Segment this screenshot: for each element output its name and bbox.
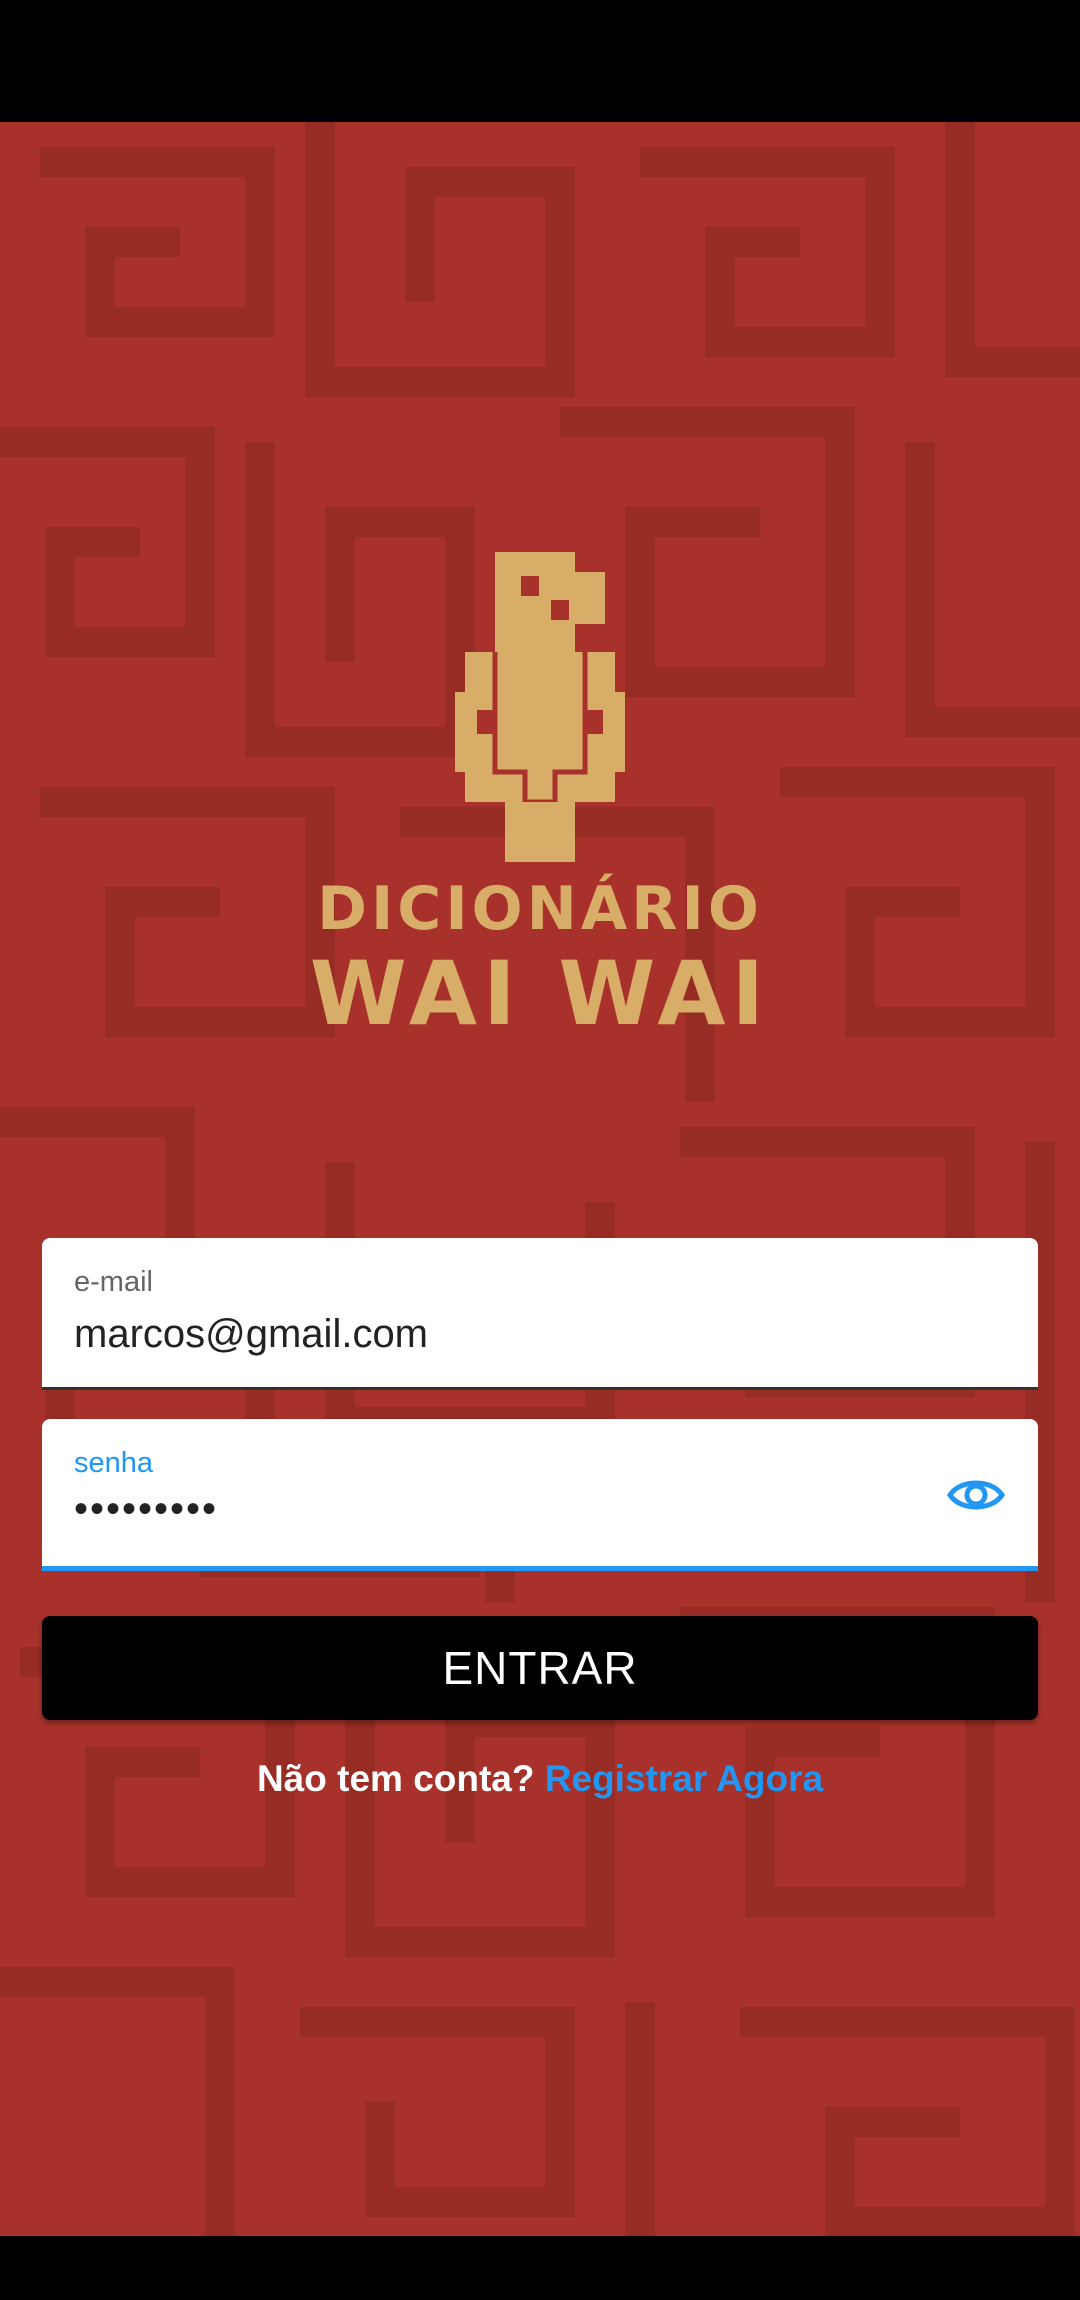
eye-icon[interactable] <box>946 1465 1006 1525</box>
password-label: senha <box>74 1447 154 1479</box>
email-input[interactable]: marcos@gmail.com <box>74 1312 428 1357</box>
register-prompt: Não tem conta? Registrar Agora <box>0 1758 1080 1800</box>
wai-wai-figure-logo <box>455 552 625 862</box>
register-question: Não tem conta? <box>256 1758 535 1799</box>
logo-title-line1: DICIONÁRIO <box>317 874 763 944</box>
logo-title-line2: WAI WAI <box>309 942 771 1045</box>
enter-button[interactable]: ENTRAR <box>42 1616 1038 1720</box>
background-pattern <box>0 122 1080 2236</box>
password-input[interactable]: ••••••••• <box>74 1487 218 1532</box>
status-bar <box>0 0 1080 122</box>
email-field[interactable]: e-mail marcos@gmail.com <box>42 1238 1038 1390</box>
register-link[interactable]: Registrar Agora <box>545 1758 823 1799</box>
email-label: e-mail <box>74 1266 153 1298</box>
app-logo: DICIONÁRIO WAI WAI <box>0 552 1080 1044</box>
password-field[interactable]: senha ••••••••• <box>42 1419 1038 1571</box>
login-screen: DICIONÁRIO WAI WAI e-mail marcos@gmail.c… <box>0 122 1080 2236</box>
navigation-bar <box>0 2236 1080 2300</box>
